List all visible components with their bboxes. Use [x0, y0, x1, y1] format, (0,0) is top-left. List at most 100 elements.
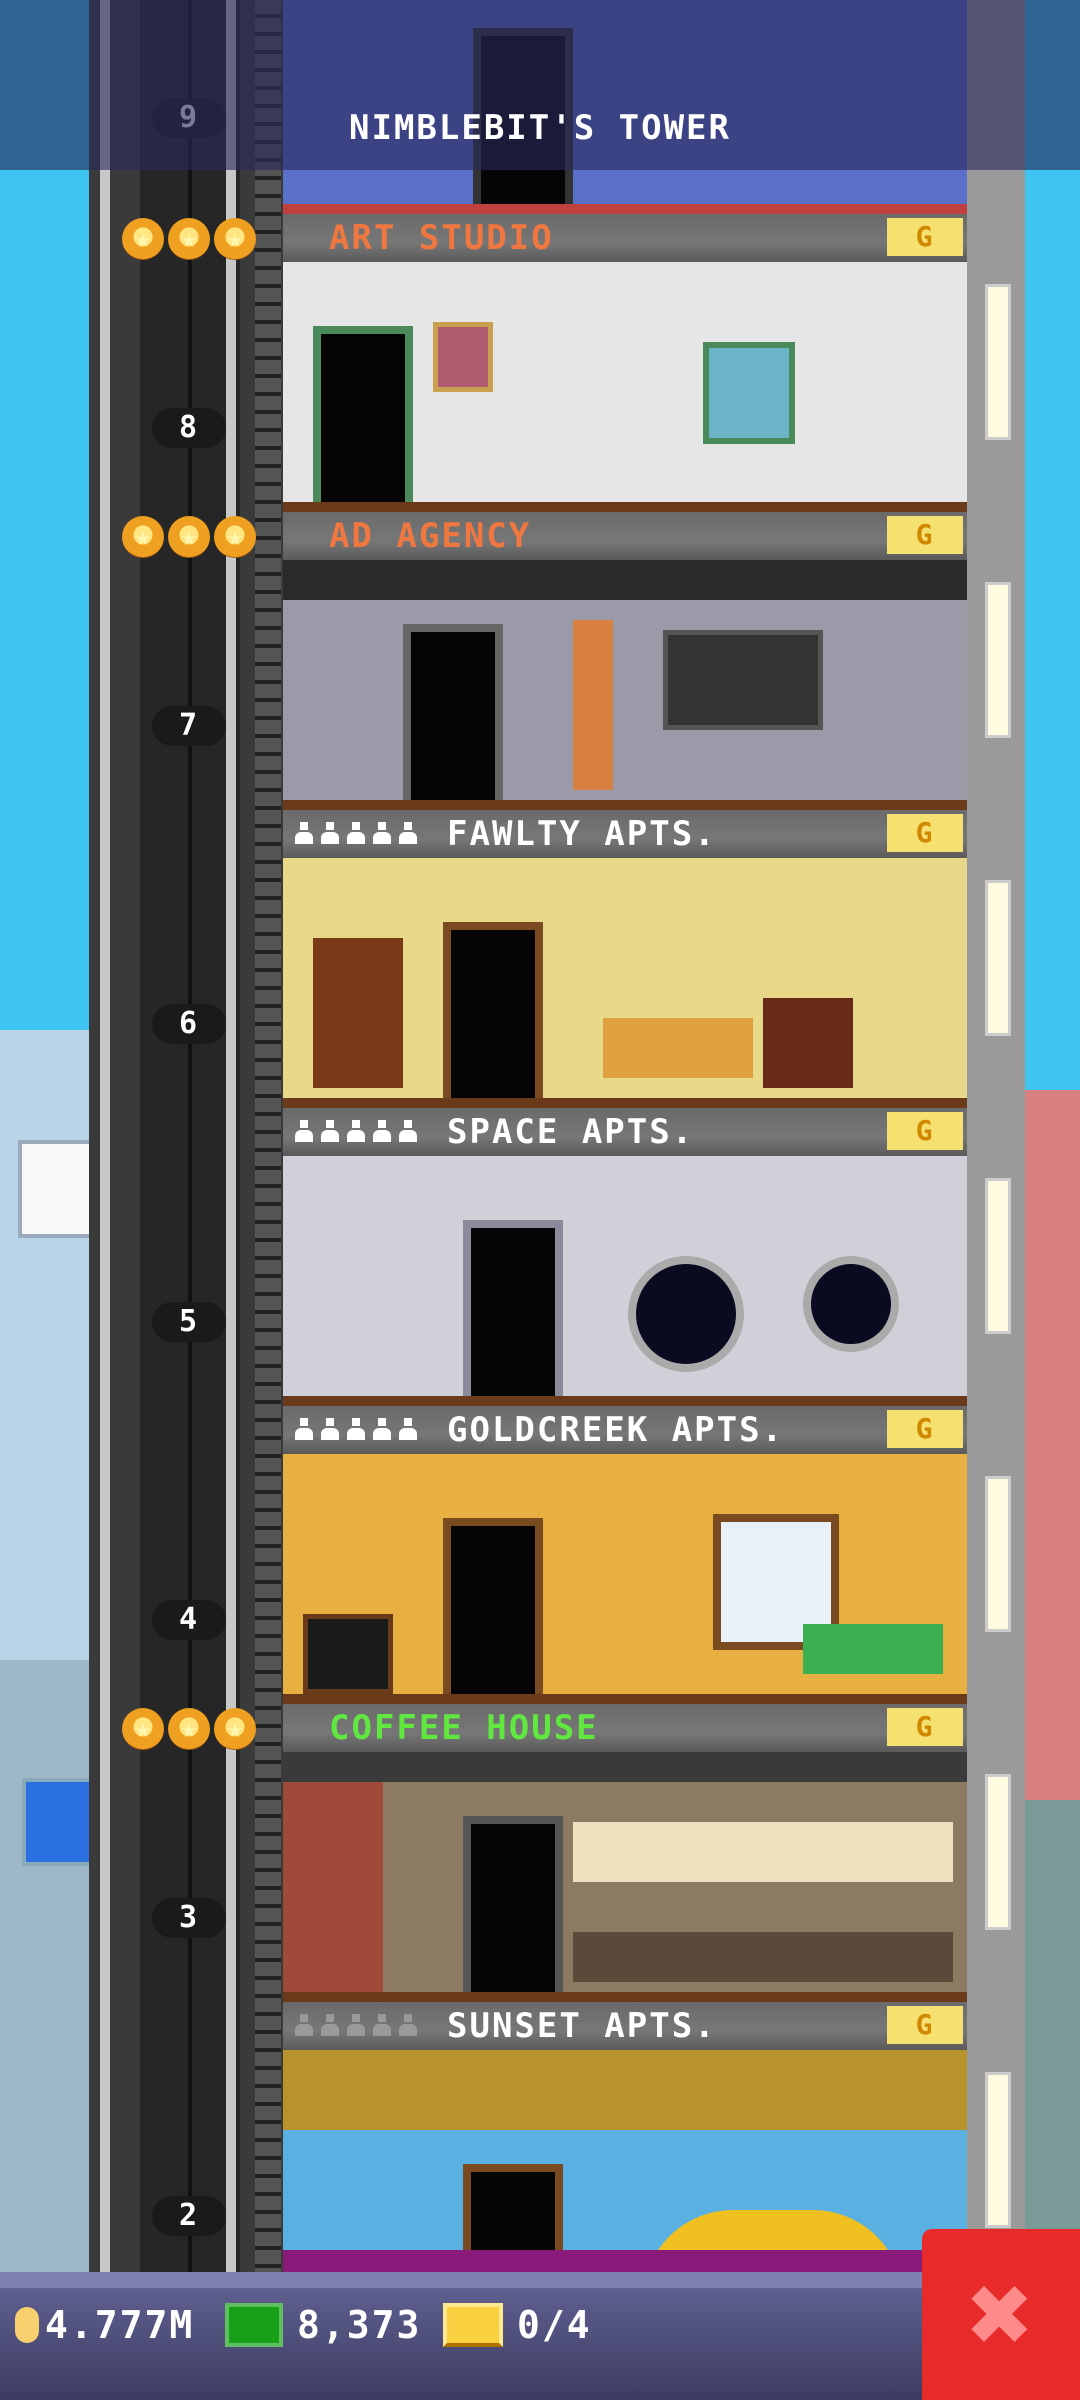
resident-icon: [321, 822, 339, 844]
floor-stars: ★ ★ ★: [122, 1708, 256, 1750]
residents-indicator: [295, 1120, 417, 1142]
gold-ticket-button[interactable]: G: [887, 1410, 963, 1448]
floor-room[interactable]: [283, 1156, 967, 1406]
floor-label-bar[interactable]: SPACE APTS. G: [283, 1108, 967, 1156]
floor-edge: [283, 1694, 967, 1704]
floor-label-bar[interactable]: ART STUDIO G: [283, 214, 967, 262]
ceiling-trim: [283, 2050, 967, 2130]
billboard: [22, 1778, 96, 1866]
star-icon: ★: [168, 516, 210, 558]
floor-stars: ★ ★ ★: [122, 516, 256, 558]
resident-icon: [321, 1120, 339, 1142]
floor-4[interactable]: GOLDCREEK APTS. G: [283, 1406, 967, 1704]
floor-edge: [283, 800, 967, 810]
painting: [433, 322, 493, 392]
resident-icon: [373, 822, 391, 844]
window-light: [985, 880, 1011, 1036]
floor-name: SUNSET APTS.: [447, 2006, 717, 2046]
floor-room[interactable]: [283, 560, 967, 810]
floor-name: ART STUDIO: [329, 218, 554, 258]
bux-value: 8,373: [297, 2303, 422, 2347]
floor-label-bar[interactable]: COFFEE HOUSE G: [283, 1704, 967, 1752]
screen: [663, 630, 823, 730]
door: [403, 624, 503, 802]
window-light: [985, 2072, 1011, 2228]
counter: [573, 1932, 953, 1982]
floor-edge: [283, 1098, 967, 1108]
floor-name: COFFEE HOUSE: [329, 1708, 599, 1748]
floor-7[interactable]: AD AGENCY G: [283, 512, 967, 810]
door: [443, 1518, 543, 1696]
resident-icon: [347, 822, 365, 844]
floor-name: FAWLTY APTS.: [447, 814, 717, 854]
floor-room[interactable]: [283, 1454, 967, 1704]
floor-room[interactable]: [283, 262, 967, 512]
floor-label-bar[interactable]: SUNSET APTS. G: [283, 2002, 967, 2050]
floor-room[interactable]: [283, 858, 967, 1108]
floor-number-badge: 7: [152, 706, 226, 746]
floor-room[interactable]: [283, 2050, 967, 2300]
gold-ticket-button[interactable]: G: [887, 516, 963, 554]
floor-edge: [283, 204, 967, 214]
floor-number-badge: 3: [152, 1898, 226, 1938]
window: [703, 342, 795, 444]
floor-name: AD AGENCY: [329, 516, 532, 556]
sofa: [803, 1624, 943, 1674]
resident-icon: [373, 2014, 391, 2036]
floor-edge: [283, 502, 967, 512]
floor-stars: ★ ★ ★: [122, 218, 256, 260]
floor-label-bar[interactable]: GOLDCREEK APTS. G: [283, 1406, 967, 1454]
door: [463, 1816, 563, 1994]
door: [443, 922, 543, 1100]
window-light: [985, 1476, 1011, 1632]
resident-icon: [347, 1418, 365, 1440]
coins-stat[interactable]: 4.777M: [15, 2300, 194, 2350]
brick-wall: [283, 1782, 383, 1992]
close-icon: ✖: [967, 2250, 1035, 2378]
gold-ticket-button[interactable]: G: [887, 1708, 963, 1746]
floor-label-bar[interactable]: AD AGENCY G: [283, 512, 967, 560]
elevator-rail: [226, 0, 236, 2272]
coin-icon: [15, 2307, 39, 2343]
floor-name: GOLDCREEK APTS.: [447, 1410, 785, 1450]
golden-ticket-icon: [443, 2303, 503, 2347]
window-light: [985, 1774, 1011, 1930]
resident-icon: [321, 1418, 339, 1440]
gold-ticket-button[interactable]: G: [887, 814, 963, 852]
door: [463, 1220, 563, 1398]
bux-stat[interactable]: 8,373: [225, 2300, 421, 2350]
floor-2[interactable]: SUNSET APTS. G: [283, 2002, 967, 2300]
star-icon: ★: [214, 1708, 256, 1750]
gold-ticket-button[interactable]: G: [887, 2006, 963, 2044]
close-button[interactable]: ✖: [922, 2229, 1080, 2400]
window-light: [985, 284, 1011, 440]
star-icon: ★: [168, 218, 210, 260]
floor-name: SPACE APTS.: [447, 1112, 695, 1152]
floor-number-badge: 4: [152, 1600, 226, 1640]
floor-3[interactable]: COFFEE HOUSE G: [283, 1704, 967, 2002]
floor-edge: [283, 1992, 967, 2002]
golden-tickets-stat[interactable]: 0/4: [443, 2300, 592, 2350]
gold-ticket-button[interactable]: G: [887, 1112, 963, 1150]
floor-6[interactable]: FAWLTY APTS. G: [283, 810, 967, 1108]
floor-label-bar[interactable]: FAWLTY APTS. G: [283, 810, 967, 858]
golden-tickets-value: 0/4: [517, 2303, 592, 2347]
star-icon: ★: [122, 516, 164, 558]
resident-icon: [373, 1418, 391, 1440]
resident-icon: [399, 2014, 417, 2036]
floor-room[interactable]: [283, 1752, 967, 2002]
residents-indicator: [295, 822, 417, 844]
sofa: [603, 1018, 753, 1078]
background-building: [1025, 1800, 1080, 2280]
resident-icon: [347, 2014, 365, 2036]
gold-ticket-button[interactable]: G: [887, 218, 963, 256]
star-icon: ★: [122, 1708, 164, 1750]
floor-5[interactable]: SPACE APTS. G: [283, 1108, 967, 1406]
floor-number-badge: 2: [152, 2196, 226, 2236]
resident-icon: [295, 1120, 313, 1142]
floor-8[interactable]: ART STUDIO G: [283, 214, 967, 512]
star-icon: ★: [168, 1708, 210, 1750]
porthole: [803, 1256, 899, 1352]
floor-number-badge: 5: [152, 1302, 226, 1342]
tv: [303, 1614, 393, 1694]
